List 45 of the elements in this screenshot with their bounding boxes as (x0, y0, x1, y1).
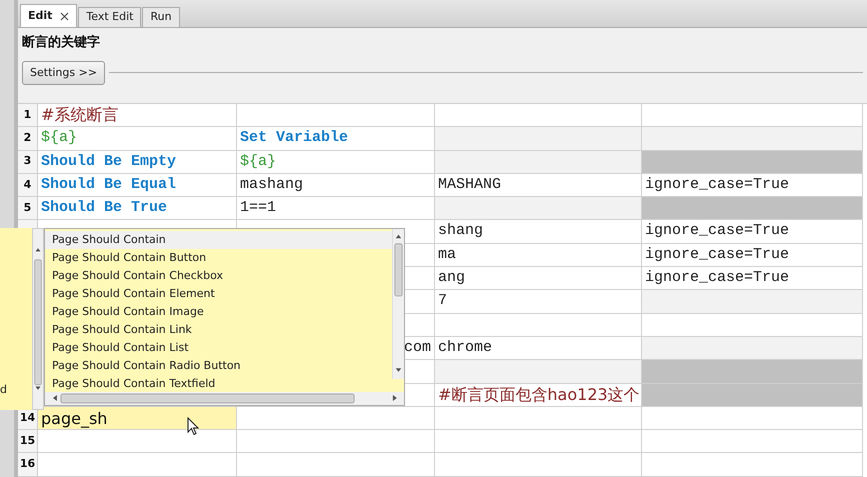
grid-cell: Set Variable (237, 127, 435, 151)
row-number: 16 (18, 453, 38, 477)
documentation-tooltip: d (0, 228, 32, 410)
mouse-pointer-icon (187, 417, 200, 436)
grid-cell: ${a} (38, 127, 237, 151)
row-number: 1 (18, 104, 38, 128)
scrollbar[interactable] (45, 392, 404, 405)
grid-cell: MASHANG (435, 174, 642, 198)
grid-cell: shang (435, 220, 642, 244)
row-number: 3 (18, 150, 38, 174)
grid-cell: ${a} (237, 150, 435, 174)
suggestion-item[interactable]: Page Should Contain Element (45, 285, 392, 303)
grid-cell: ignore_case=True (642, 267, 863, 290)
grid-cell: ignore_case=True (642, 244, 863, 268)
suggestion-item[interactable]: Page Should Contain Image (45, 303, 392, 321)
tab[interactable]: Text Edit (78, 7, 142, 27)
suggestion-item[interactable]: Page Should Contain Link (45, 321, 392, 339)
grid-cell: Should Be Equal (38, 174, 237, 198)
grid-cell: Should Be True (38, 197, 237, 220)
row-number: 4 (18, 174, 38, 198)
grid-cell: ignore_case=True (642, 174, 863, 198)
row-number: 15 (18, 430, 38, 454)
grid-cell: Should Be Empty (38, 150, 237, 174)
row-number: 2 (18, 127, 38, 151)
grid-cell: 1==1 (237, 197, 435, 220)
suggestion-item[interactable]: Page Should Contain Checkbox (45, 267, 392, 285)
grid-cell: ignore_case=True (642, 220, 863, 244)
settings-button[interactable]: Settings >> (22, 60, 106, 85)
grid-cell: chrome (435, 336, 642, 360)
grid-cell: #断言页面包含hao123这个 (435, 384, 642, 407)
suggestion-item[interactable]: Page Should Contain Textfield (45, 375, 392, 392)
suggestion-item[interactable]: Page Should Contain (45, 231, 392, 249)
tab[interactable]: Edit (20, 4, 78, 27)
keyword-title: 断言的关键字 (22, 34, 101, 52)
tab[interactable]: Run (142, 7, 180, 27)
grid-cell: #系统断言 (38, 104, 237, 128)
grid-cell: ang (435, 267, 642, 290)
close-icon[interactable] (60, 12, 70, 20)
scrollbar[interactable] (392, 229, 404, 380)
suggestion-item[interactable]: Page Should Contain Button (45, 249, 392, 267)
scrollbar[interactable] (32, 228, 44, 410)
grid-cell: 7 (435, 290, 642, 314)
grid-cell: ma (435, 244, 642, 268)
row-number: 5 (18, 197, 38, 220)
grid-cell: mashang (237, 174, 435, 198)
